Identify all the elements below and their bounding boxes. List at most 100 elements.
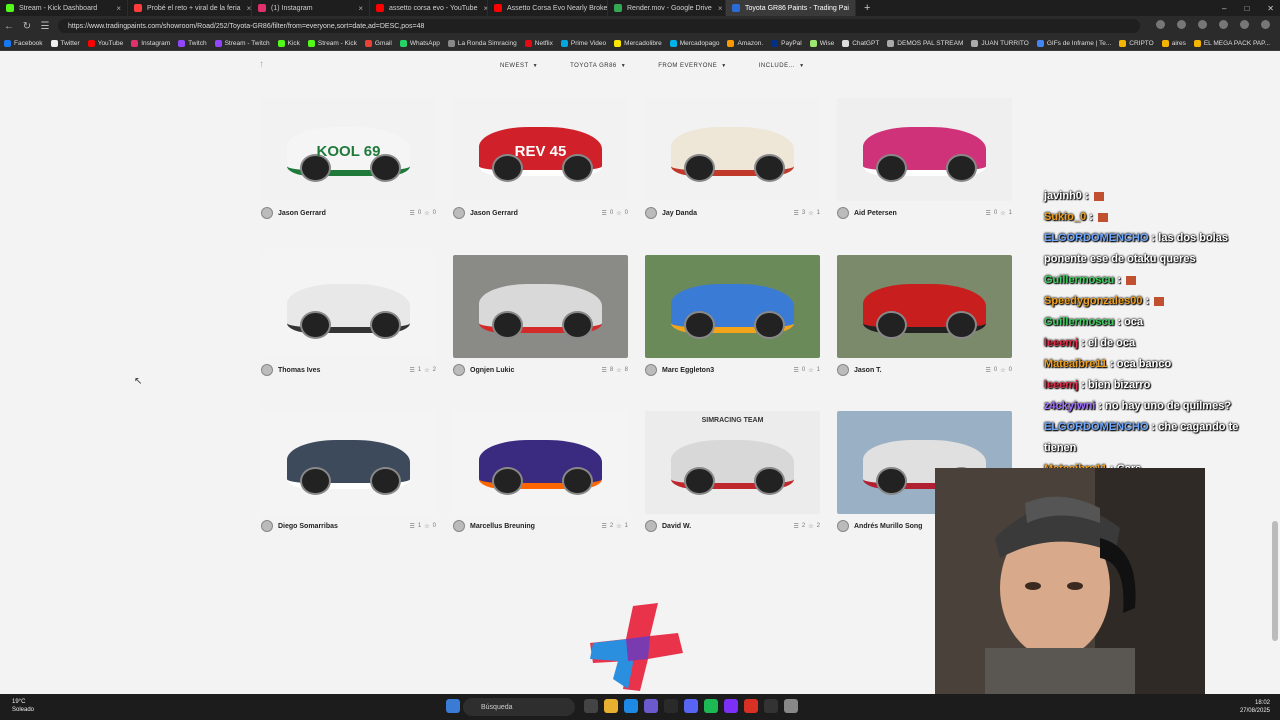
paint-card[interactable]: Marcellus Breuning ☰ 2 ☆ 1 [453,411,628,538]
bookmark-item[interactable]: Instagram [131,39,170,47]
paint-card[interactable]: REV 45 Jason Gerrard ☰ 0 ☆ 0 [453,98,628,225]
author-avatar[interactable] [645,364,657,376]
author-avatar[interactable] [261,207,273,219]
bookmark-item[interactable]: Twitch [178,39,207,47]
bookmark-item[interactable]: Mercadolibre [614,39,662,47]
browser-tab[interactable]: Render.mov - Google Drive × [608,0,726,16]
close-tab-icon[interactable]: × [241,4,251,13]
reload-icon[interactable]: ↻ [18,21,36,32]
paint-thumbnail[interactable] [837,98,1012,201]
browser-tab[interactable]: Toyota GR86 Paints - Trading Pai× [726,0,856,16]
star-icon[interactable]: ☆ [1000,210,1005,217]
bookmark-star-icon[interactable] [1177,20,1186,29]
bookmark-item[interactable]: Wise [809,39,834,47]
bookmark-item[interactable]: YouTube [87,39,123,47]
bookmark-item[interactable]: JUAN TURRITO [971,39,1029,47]
browser-tab[interactable]: Probé el reto + viral de la feria × [128,0,252,16]
scrollbar[interactable] [1272,51,1278,694]
paint-card[interactable]: KOOL 69 Jason Gerrard ☰ 0 ☆ 0 [261,98,436,225]
bookmark-item[interactable]: Prime Video [560,39,606,47]
taskbar-app-icon[interactable] [784,699,798,713]
close-tab-icon[interactable]: × [849,4,856,13]
extension-icon[interactable] [1156,20,1165,29]
star-icon[interactable]: ☆ [424,523,429,530]
paint-card[interactable]: Diego Somarribas ☰ 1 ☆ 0 [261,411,436,538]
author-avatar[interactable] [837,520,849,532]
author-avatar[interactable] [837,364,849,376]
author-avatar[interactable] [837,207,849,219]
author-name[interactable]: Marc Eggleton3 [662,367,714,374]
bookmark-item[interactable]: ChatGPT [842,39,879,47]
bookmark-item[interactable]: DEMOS PAL STREAM [887,39,963,47]
bookmark-item[interactable]: CRIPTO [1119,39,1154,47]
author-name[interactable]: Marcellus Breuning [470,523,535,530]
close-tab-icon[interactable]: × [110,4,121,13]
bookmark-item[interactable]: La Ronda Simracing [447,39,517,47]
paint-card[interactable]: Marc Eggleton3 ☰ 0 ☆ 1 [645,255,820,382]
star-icon[interactable]: ☆ [808,210,813,217]
weather-widget[interactable]: 19°C Soleado [12,698,34,714]
taskbar-app-icon[interactable] [664,699,678,713]
close-window-icon[interactable]: ✕ [1267,4,1274,13]
taskbar-app-icon[interactable] [446,699,460,713]
paint-thumbnail[interactable] [453,411,628,514]
browser-tab[interactable]: (1) Instagram × [252,0,370,16]
author-avatar[interactable] [645,520,657,532]
paint-thumbnail[interactable] [837,255,1012,358]
author-avatar[interactable] [453,364,465,376]
star-icon[interactable]: ☆ [808,367,813,374]
paint-card[interactable]: SIMRACING TEAM David W. ☰ 2 ☆ 2 [645,411,820,538]
scrollbar-thumb[interactable] [1272,521,1278,641]
bookmark-item[interactable]: Mercadopago [669,39,719,47]
taskbar-app-icon[interactable] [684,699,698,713]
star-icon[interactable]: ☆ [616,210,621,217]
paint-thumbnail[interactable] [261,255,436,358]
author-name[interactable]: Jason Gerrard [470,210,518,217]
close-tab-icon[interactable]: × [712,4,723,13]
bookmark-item[interactable]: Stream - Kick [307,39,357,47]
browser-tab[interactable]: Assetto Corsa Evo Nearly Broke M× [488,0,608,16]
taskbar-app-icon[interactable] [704,699,718,713]
close-tab-icon[interactable]: × [352,4,363,13]
bookmark-item[interactable]: EL MEGA PACK PAP... [1193,39,1270,47]
paint-thumbnail[interactable]: REV 45 [453,98,628,201]
paint-card[interactable]: Aid Petersen ☰ 0 ☆ 1 [837,98,1012,225]
author-avatar[interactable] [261,364,273,376]
paint-thumbnail[interactable] [645,255,820,358]
browser-tab[interactable]: Stream - Kick Dashboard × [0,0,128,16]
author-avatar[interactable] [453,520,465,532]
bookmark-item[interactable]: Kick [277,39,300,47]
star-icon[interactable]: ☆ [424,210,429,217]
url-field[interactable]: https://www.tradingpaints.com/showroom/R… [58,19,1140,33]
paint-thumbnail[interactable] [453,255,628,358]
author-name[interactable]: Andrés Murillo Song [854,523,922,530]
taskbar-app-icon[interactable] [604,699,618,713]
bookmark-item[interactable]: Netflix [524,39,553,47]
bookmark-item[interactable]: Amazon. [727,39,763,47]
author-name[interactable]: Jay Danda [662,210,697,217]
star-icon[interactable]: ☆ [424,367,429,374]
paint-thumbnail[interactable]: KOOL 69 [261,98,436,201]
author-name[interactable]: Ognjen Lukic [470,367,514,374]
filter-from[interactable]: FROM EVERYONE ▼ [658,63,727,69]
paint-card[interactable]: Jay Danda ☰ 3 ☆ 1 [645,98,820,225]
bookmark-item[interactable]: PayPal [771,39,802,47]
site-info-icon[interactable]: ☰ [36,21,54,32]
author-name[interactable]: Jason Gerrard [278,210,326,217]
menu-icon[interactable] [1261,20,1270,29]
star-icon[interactable]: ☆ [616,367,621,374]
bookmark-item[interactable]: GIFs de Inframe | Te... [1036,39,1111,47]
paint-thumbnail[interactable] [261,411,436,514]
close-tab-icon[interactable]: × [477,4,487,13]
bookmark-item[interactable]: aires [1161,39,1186,47]
paint-card[interactable]: Jason T. ☰ 0 ☆ 0 [837,255,1012,382]
taskbar-search[interactable]: Búsqueda [463,698,575,716]
author-name[interactable]: Diego Somarribas [278,523,338,530]
paint-thumbnail[interactable]: SIMRACING TEAM [645,411,820,514]
author-avatar[interactable] [645,207,657,219]
taskbar-app-icon[interactable] [584,699,598,713]
filter-include[interactable]: INCLUDE... ▼ [759,63,805,69]
star-icon[interactable]: ☆ [1000,367,1005,374]
author-name[interactable]: David W. [662,523,691,530]
profile-avatar[interactable] [1240,20,1249,29]
